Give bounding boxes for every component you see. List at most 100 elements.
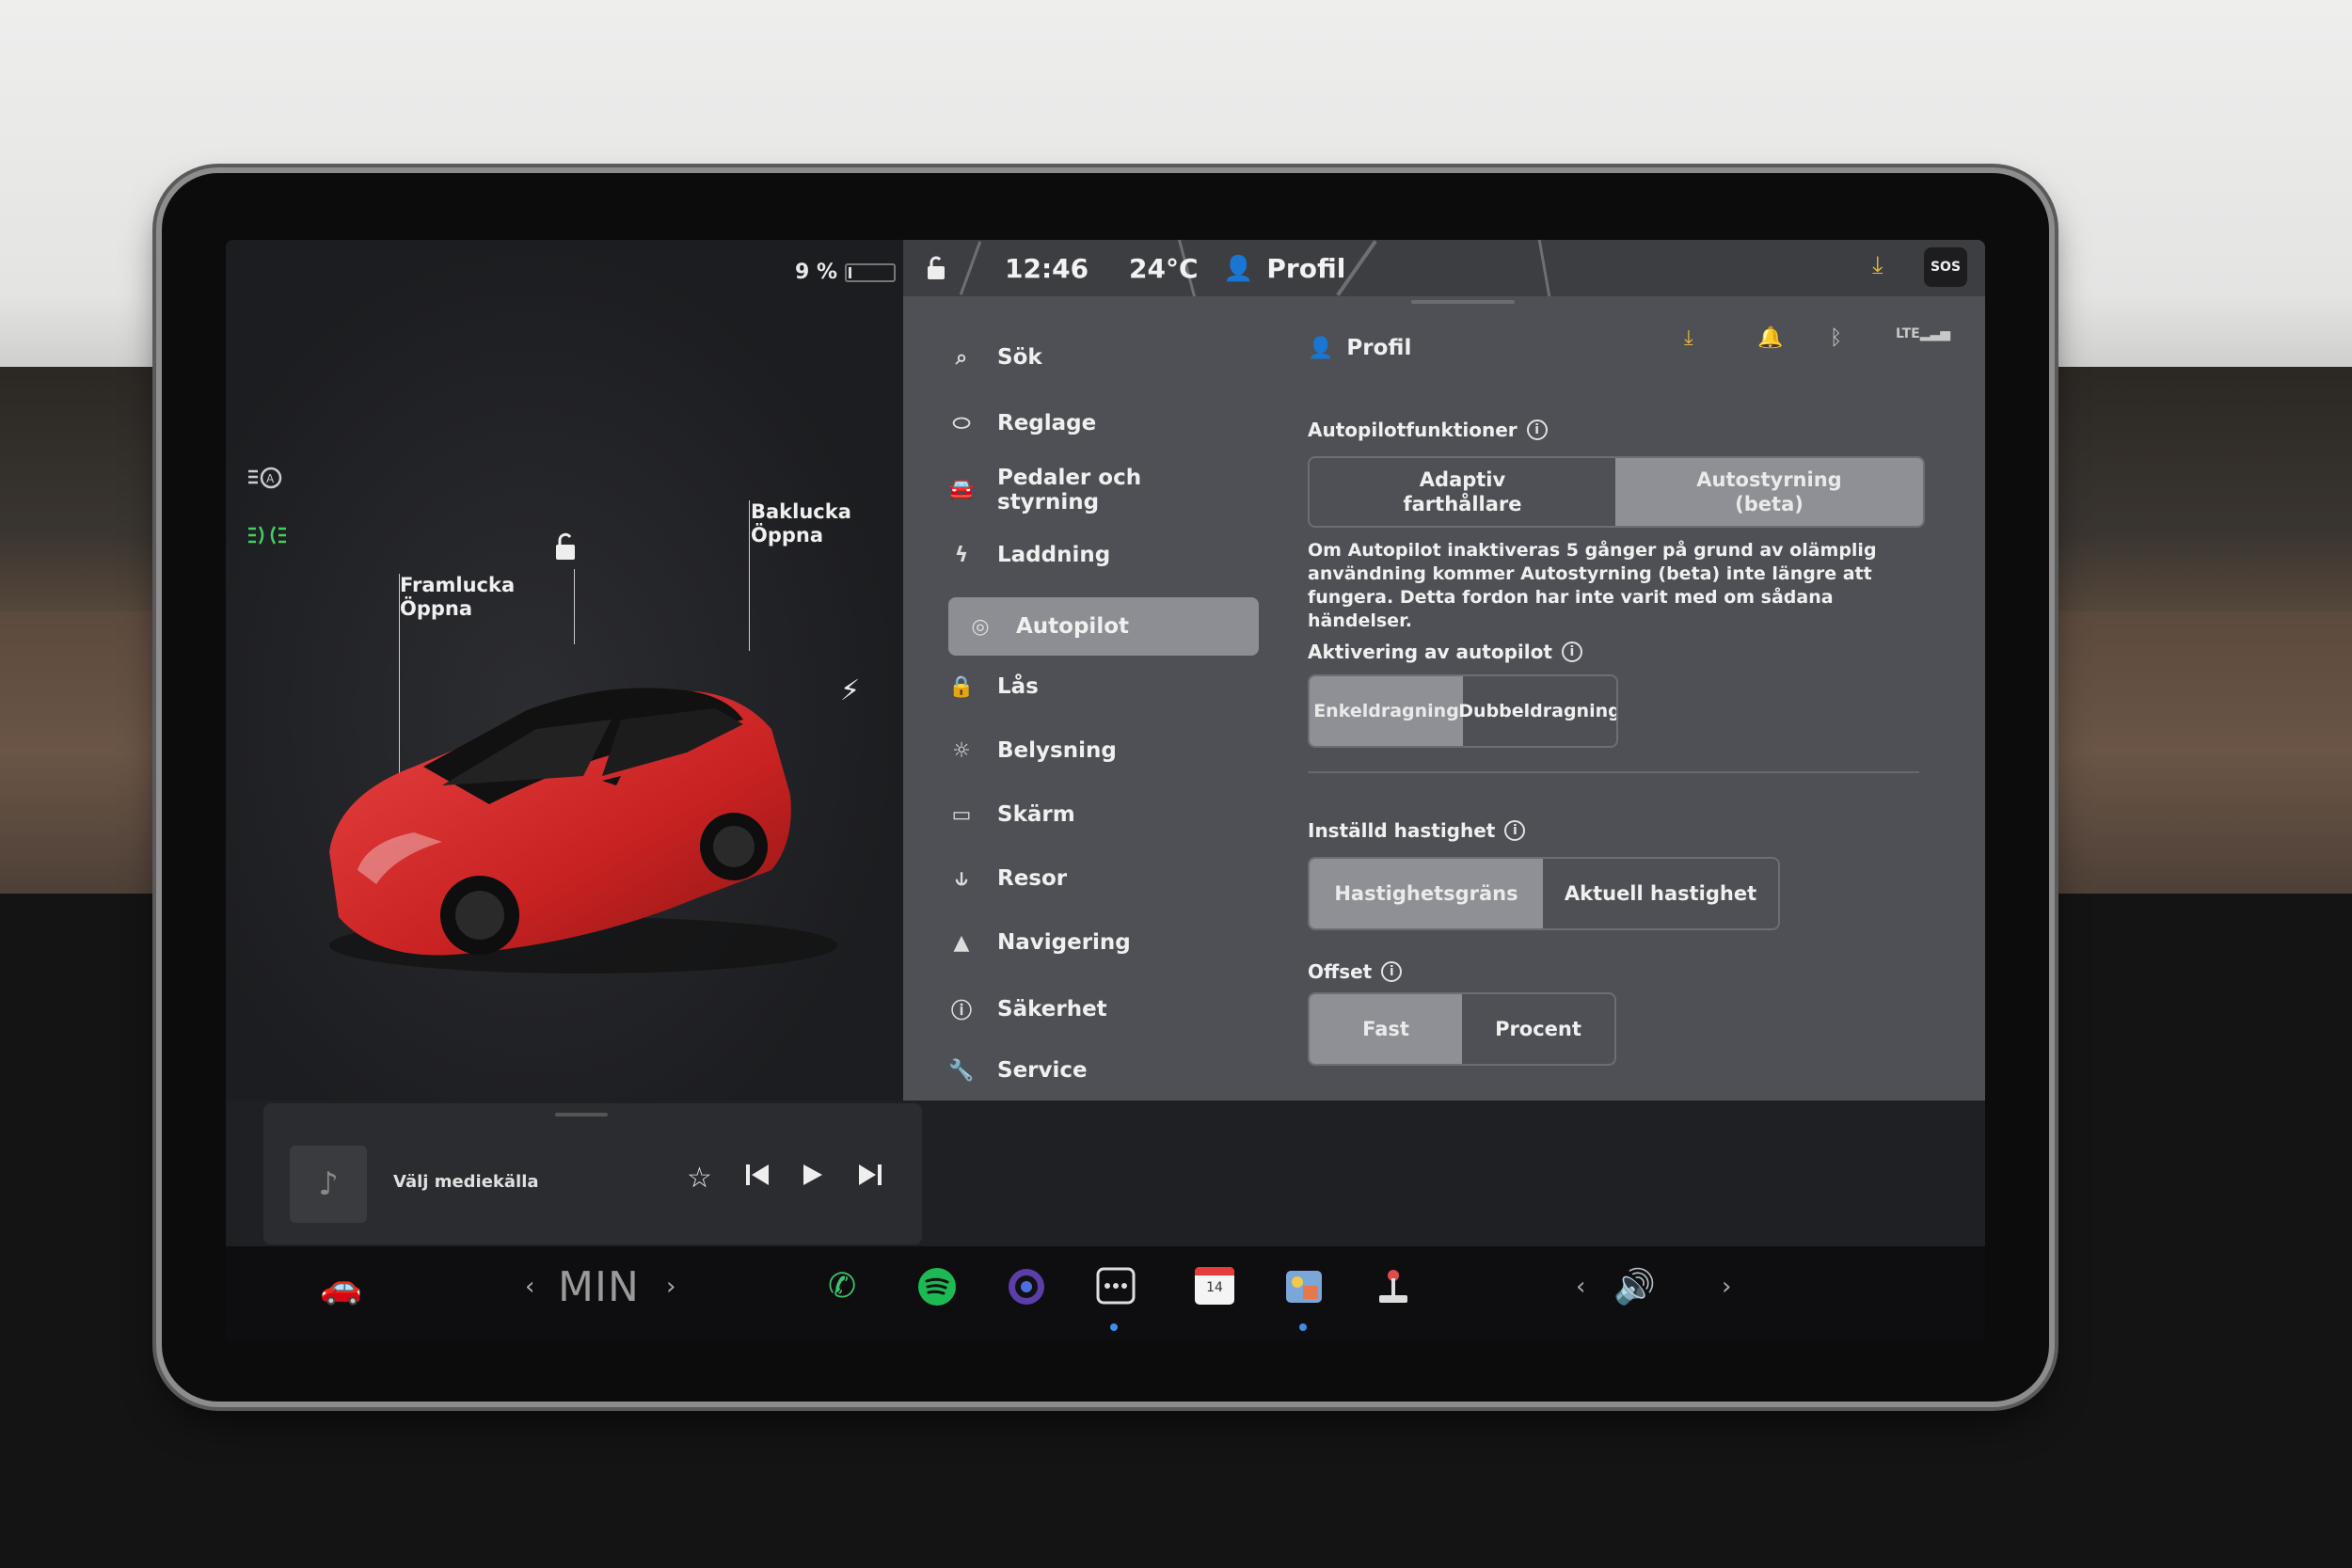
menu-item-charging[interactable]: ϟ Laddning [948,543,1268,567]
download-icon[interactable]: ⤓ [1872,251,1883,280]
calendar-icon[interactable]: 14 [1195,1267,1234,1305]
car-controls-icon[interactable]: 🚗 [320,1267,362,1307]
media-source-label[interactable]: Välj mediekälla [393,1172,539,1192]
option-label: Autostyrning (beta) [1696,468,1842,515]
display-icon: ▭ [951,802,972,827]
menu-item-service[interactable]: 🔧 Service [948,1058,1268,1083]
autopilot-features-label: Autopilotfunktioner i [1308,419,1548,441]
menu-item-locks[interactable]: 🔒 Lås [948,674,1268,699]
percent-offset-option[interactable]: Procent [1462,994,1614,1064]
single-pull-option[interactable]: Enkeldragning [1310,676,1463,746]
download-icon[interactable]: ⤓ [1684,326,1693,350]
front-trunk-callout[interactable]: Framlucka Öppna [400,574,515,621]
menu-item-lights[interactable]: ☼ Belysning [948,738,1268,763]
gear-left-arrow[interactable]: ‹ [525,1273,534,1301]
section-title: Autopilotfunktioner [1308,419,1518,441]
autosteer-option[interactable]: Autostyrning (beta) [1615,458,1923,526]
wrench-icon: 🔧 [948,1058,975,1083]
person-icon: 👤 [1308,336,1334,360]
menu-item-label: Reglage [997,411,1097,436]
volume-right-arrow[interactable]: › [1722,1273,1731,1301]
settings-panel: ⌕ Sök ⬭ Reglage 🚘 Pedaler och styrning ϟ… [903,296,1985,1101]
active-dot [1110,1323,1118,1331]
menu-item-label: Sök [997,345,1042,370]
autopilot-features-selector: Adaptiv farthållare Autostyrning (beta) [1308,456,1925,528]
play-icon[interactable] [800,1162,824,1196]
rear-trunk-callout[interactable]: Baklucka Öppna [751,500,851,547]
info-icon[interactable]: i [1381,961,1403,982]
unlock-icon[interactable] [550,531,575,560]
profile-header[interactable]: 👤 Profil [1308,336,1411,360]
search-icon: ⌕ [955,345,968,370]
profile-label: Profil [1266,253,1346,284]
spotify-icon[interactable] [917,1267,957,1315]
menu-item-label: Resor [997,866,1068,891]
car-model-image [329,688,837,974]
music-note-icon: ♪ [290,1146,367,1223]
next-track-icon[interactable] [856,1162,884,1196]
menu-item-safety[interactable]: ⓘ Säkerhet [948,994,1268,1024]
parking-lights-icon[interactable] [246,522,288,555]
menu-item-label: Navigering [997,930,1131,955]
favorite-star-icon[interactable]: ☆ [687,1162,712,1195]
section-title: Inställd hastighet [1308,819,1496,842]
car-status-panel: 9 % A Framlucka Öppna Baklucka Öppna ⚡ [226,240,903,1101]
menu-item-label: Belysning [997,738,1117,763]
dock-bar: 🚗 ‹ MIN › ✆ 14 ‹ 🔊 › [226,1246,1985,1340]
auto-headlight-icon[interactable]: A [246,466,284,499]
person-icon: 👤 [1223,254,1254,283]
double-pull-option[interactable]: Dubbeldragning [1458,676,1616,746]
current-speed-option[interactable]: Aktuell hastighet [1543,859,1778,928]
battery-percent: 9 % [795,261,838,284]
profile-title: Profil [1346,336,1412,360]
fixed-offset-option[interactable]: Fast [1310,994,1462,1064]
active-dot [1299,1323,1307,1331]
menu-item-controls[interactable]: ⬭ Reglage [948,411,1268,436]
map-status-bar: 12:46 24°C 👤 Profil ⤓ SOS [903,240,1985,301]
clock: 12:46 [1005,253,1089,284]
speed-limit-option[interactable]: Hastighetsgräns [1310,859,1543,928]
menu-item-label: Autopilot [1016,614,1129,639]
panel-drag-handle[interactable] [1411,300,1515,304]
sos-icon[interactable]: SOS [1924,247,1967,287]
bell-icon[interactable]: 🔔 [1757,326,1783,350]
volume-icon[interactable]: 🔊 [1613,1267,1656,1307]
menu-item-pedals-steering[interactable]: 🚘 Pedaler och styrning [948,466,1268,515]
lte-signal-icon: LTE▂▃▅ [1896,326,1951,341]
joystick-icon[interactable] [1375,1267,1411,1315]
media-drag-handle[interactable] [555,1113,608,1117]
activation-label: Aktivering av autopilot i [1308,641,1582,663]
menu-item-label: Skärm [997,802,1075,827]
navigation-icon: ▲ [953,930,970,955]
info-icon[interactable]: i [1561,641,1582,662]
menu-item-search[interactable]: ⌕ Sök [948,345,1268,370]
menu-item-navigation[interactable]: ▲ Navigering [948,930,1268,955]
previous-track-icon[interactable] [743,1162,771,1196]
map-road [1536,240,1552,301]
svg-text:A: A [266,472,275,485]
menu-item-display[interactable]: ▭ Skärm [948,802,1268,827]
gear-right-arrow[interactable]: › [666,1273,675,1301]
more-apps-icon[interactable] [1096,1267,1136,1313]
info-icon[interactable]: i [1526,420,1548,440]
media-player: ♪ Välj mediekälla ☆ [263,1103,922,1244]
adaptive-cruise-option[interactable]: Adaptiv farthållare [1310,458,1615,526]
info-icon[interactable]: i [1504,820,1526,841]
sun-icon: ☼ [952,738,971,763]
phone-icon[interactable]: ✆ [828,1267,856,1306]
set-speed-label: Inställd hastighet i [1308,819,1526,842]
bluetooth-icon[interactable]: ᛒ [1830,326,1842,350]
battery-indicator: 9 % [795,261,897,284]
steering-wheel-icon: ◎ [971,614,990,639]
menu-item-autopilot[interactable]: ◎ Autopilot [948,597,1259,656]
profile-button[interactable]: 👤 Profil [1223,253,1345,284]
menu-item-trips[interactable]: ⫝ Resor [948,866,1268,891]
car-icon: 🚘 [948,478,975,501]
door-unlock-icon[interactable] [924,255,948,287]
map-road [959,241,982,295]
rear-trunk-state[interactable]: Öppna [751,524,851,547]
camera-icon[interactable] [1007,1267,1046,1315]
toybox-icon[interactable] [1284,1267,1324,1315]
volume-left-arrow[interactable]: ‹ [1576,1273,1585,1301]
calendar-day: 14 [1206,1280,1223,1295]
